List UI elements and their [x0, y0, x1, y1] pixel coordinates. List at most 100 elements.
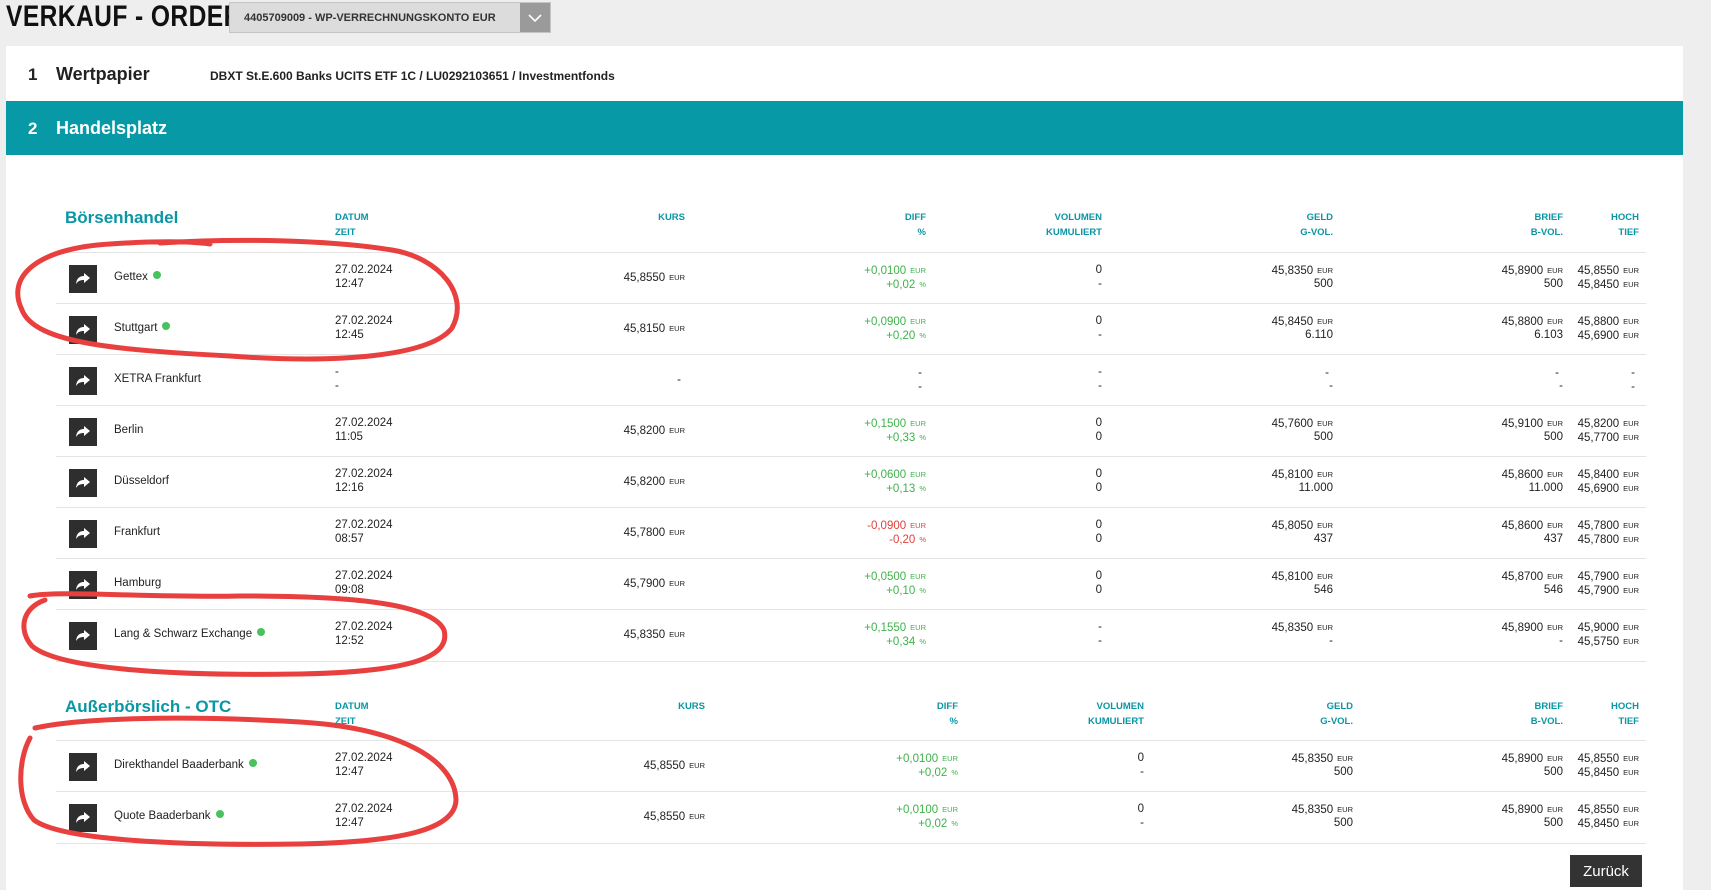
ask-cell-currency: EUR: [1547, 419, 1563, 428]
table-row[interactable]: Quote Baaderbank 27.02.2024 12:47 45,8550 EU…: [56, 791, 1646, 844]
ask-cell-currency: EUR: [1547, 805, 1563, 814]
bid-volume-cell-value: 500: [1313, 278, 1333, 290]
volume-cumulative-cell-value: 0: [1095, 431, 1102, 443]
diff-cell-currency: EUR: [942, 754, 958, 763]
volume-cumulative-cell: 0: [1096, 532, 1102, 547]
bid-cell-currency: EUR: [1337, 754, 1353, 763]
diff-pct-cell-value: -0,20: [889, 534, 916, 546]
share-arrow-icon: [76, 579, 90, 590]
volume-cumulative-cell-value: 0: [1095, 482, 1102, 494]
ask-cell-currency: EUR: [1547, 266, 1563, 275]
venue-name[interactable]: Berlin: [114, 424, 143, 436]
bid-cell-currency: EUR: [1317, 572, 1333, 581]
diff-pct-cell: +0,02%: [918, 816, 958, 832]
date-cell: 27.02.2024: [335, 802, 393, 817]
trade-arrow-button[interactable]: [69, 316, 97, 344]
header-low: TIEF: [1618, 716, 1639, 727]
trade-arrow-button[interactable]: [69, 469, 97, 497]
trade-arrow-button[interactable]: [69, 418, 97, 446]
price-cell: 45,8550 EUR: [624, 270, 685, 286]
header-price: KURS: [678, 701, 705, 712]
live-status-dot: [248, 759, 257, 767]
ask-cell-currency: EUR: [1547, 623, 1563, 632]
bid-volume-cell-value: 11.000: [1298, 482, 1333, 494]
high-cell-value: 45,8200: [1577, 418, 1620, 430]
price-cell-currency: EUR: [669, 426, 685, 435]
table-row[interactable]: Hamburg 27.02.2024 09:08 45,7900 EUR +0,0500 E…: [56, 558, 1646, 610]
ask-cell-value: 45,8900: [1501, 265, 1544, 277]
bid-cell-value: 45,8350: [1271, 265, 1314, 277]
venue-name[interactable]: Gettex: [114, 271, 161, 283]
header-volume-cumulative: KUMULIERT: [1046, 227, 1102, 238]
share-arrow-icon: [76, 477, 90, 488]
venue-name[interactable]: Quote Baaderbank: [114, 810, 224, 822]
header-date: DATUM: [335, 212, 369, 223]
price-cell-value: 45,8200: [623, 425, 666, 437]
low-cell-currency: EUR: [1623, 433, 1639, 442]
bid-volume-cell: -: [1329, 379, 1333, 394]
share-arrow-icon: [76, 426, 90, 437]
low-cell-value: -: [1631, 381, 1635, 393]
trade-arrow-button[interactable]: [69, 622, 97, 650]
high-cell-currency: EUR: [1623, 623, 1639, 632]
step-number: 2: [28, 119, 38, 138]
header-ask: BRIEF: [1534, 701, 1564, 712]
trade-arrow-button[interactable]: [69, 571, 97, 599]
trade-arrow-button[interactable]: [69, 804, 97, 832]
low-cell-value: 45,6900: [1577, 483, 1620, 495]
diff-pct-cell-value: +0,02: [886, 279, 916, 291]
volume-cell-value: 0: [1095, 264, 1102, 276]
table-row[interactable]: Berlin 27.02.2024 11:05 45,8200 EUR +0,1500 EU…: [56, 405, 1646, 457]
header-low: TIEF: [1618, 227, 1639, 238]
time-cell: 12:47: [335, 816, 364, 831]
date-cell-value: -: [335, 366, 339, 378]
chevron-down-icon[interactable]: [520, 3, 550, 32]
volume-cell: 0: [1096, 518, 1102, 533]
diff-pct-cell-currency: %: [951, 768, 958, 777]
back-button[interactable]: Zurück: [1570, 855, 1642, 887]
table-row[interactable]: Direkthandel Baaderbank 27.02.2024 12:47 45…: [56, 740, 1646, 792]
venue-name[interactable]: Lang & Schwarz Exchange: [114, 628, 266, 640]
bid-cell-currency: EUR: [1317, 470, 1333, 479]
volume-cumulative-cell: -: [1098, 328, 1102, 343]
low-cell: 45,8450 EUR: [1578, 816, 1639, 832]
header-diff: DIFF: [904, 212, 926, 223]
date-cell-value: 27.02.2024: [335, 803, 393, 815]
table-row[interactable]: Stuttgart 27.02.2024 12:45 45,8150 EUR +0,090…: [56, 303, 1646, 355]
table-row[interactable]: Lang & Schwarz Exchange 27.02.2024 12:52 45…: [56, 609, 1646, 662]
venue-name[interactable]: XETRA Frankfurt: [114, 373, 201, 385]
venue-name[interactable]: Direkthandel Baaderbank: [114, 759, 257, 771]
diff-pct-cell-currency: %: [951, 819, 958, 828]
share-arrow-icon: [76, 273, 90, 284]
diff-pct-cell: +0,13%: [886, 481, 926, 497]
venue-label: Stuttgart: [114, 322, 158, 334]
volume-cell: 0: [1096, 263, 1102, 278]
venue-name[interactable]: Stuttgart: [114, 322, 171, 334]
table-row[interactable]: Gettex 27.02.2024 12:47 45,8550 EUR +0,0100 EU…: [56, 252, 1646, 304]
diff-cell-currency: EUR: [910, 317, 926, 326]
venue-name[interactable]: Hamburg: [114, 577, 161, 589]
low-cell-value: 45,5750: [1577, 636, 1620, 648]
venue-name[interactable]: Frankfurt: [114, 526, 160, 538]
volume-cumulative-cell: -: [1140, 816, 1144, 831]
bid-cell-currency: EUR: [1317, 521, 1333, 530]
trade-arrow-button[interactable]: [69, 367, 97, 395]
ask-cell-value: 45,8900: [1501, 804, 1544, 816]
account-select[interactable]: 4405709009 - WP-VERRECHNUNGSKONTO EUR: [229, 2, 551, 33]
header-bid: GELD: [1306, 212, 1333, 223]
date-cell-value: 27.02.2024: [335, 752, 393, 764]
table-row[interactable]: Frankfurt 27.02.2024 08:57 45,7800 EUR -0,090…: [56, 507, 1646, 559]
high-cell-value: 45,7800: [1577, 520, 1620, 532]
share-arrow-icon: [76, 630, 90, 641]
time-cell-value: 12:47: [335, 766, 364, 778]
table-row[interactable]: Düsseldorf 27.02.2024 12:16 45,8200 EUR +0,06…: [56, 456, 1646, 508]
high-cell-value: 45,8550: [1577, 804, 1620, 816]
trade-arrow-button[interactable]: [69, 265, 97, 293]
trade-arrow-button[interactable]: [69, 753, 97, 781]
diff-cell-value: +0,1500: [864, 418, 907, 430]
table-row[interactable]: XETRA Frankfurt - - - - - - - - - - - - -: [56, 354, 1646, 406]
venue-name[interactable]: Düsseldorf: [114, 475, 169, 487]
price-cell-currency: EUR: [689, 761, 705, 770]
trade-arrow-button[interactable]: [69, 520, 97, 548]
price-cell: 45,8150 EUR: [624, 321, 685, 337]
